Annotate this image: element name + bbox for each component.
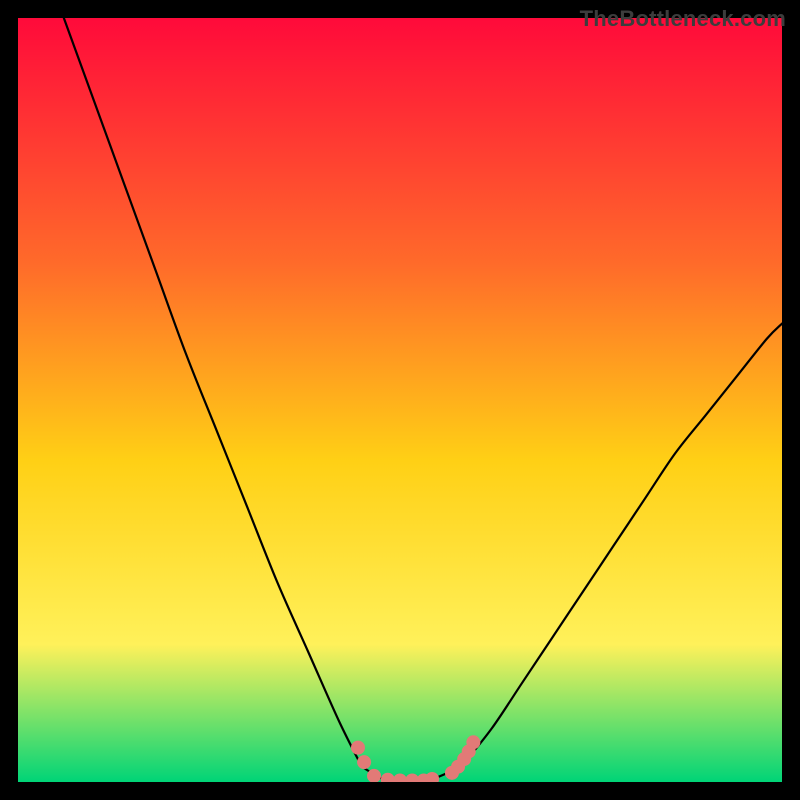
chart-svg bbox=[18, 18, 782, 782]
highlight-marker bbox=[394, 774, 407, 782]
highlight-marker bbox=[467, 736, 480, 749]
highlight-marker bbox=[351, 741, 364, 754]
highlight-marker bbox=[368, 769, 381, 782]
plot-area bbox=[18, 18, 782, 782]
gradient-background bbox=[18, 18, 782, 782]
chart-frame: TheBottleneck.com bbox=[0, 0, 800, 800]
highlight-marker bbox=[381, 773, 394, 782]
highlight-marker bbox=[426, 772, 439, 782]
highlight-marker bbox=[358, 756, 371, 769]
